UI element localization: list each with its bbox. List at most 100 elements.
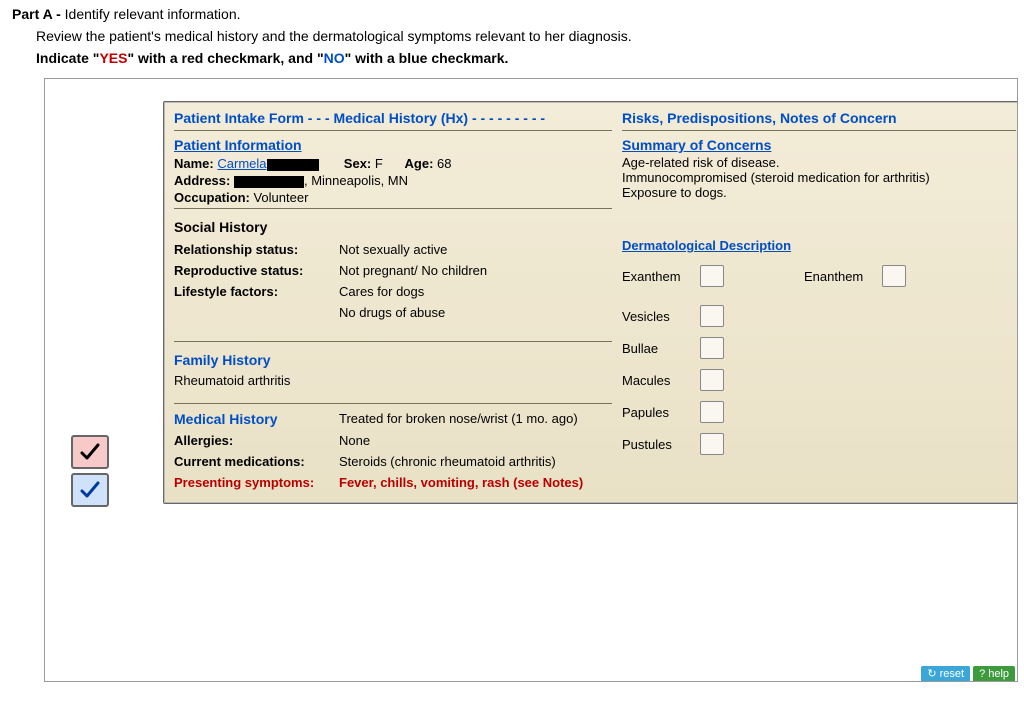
lifestyle-row-2: No drugs of abuse (174, 302, 612, 323)
intake-title: Patient Intake Form (174, 110, 304, 126)
allergies-value: None (339, 433, 612, 448)
yes-word: YES (99, 50, 127, 66)
enanthem-checkbox[interactable] (882, 265, 906, 287)
instruction-line-2: Indicate "YES" with a red checkmark, and… (36, 50, 1012, 66)
reset-label: reset (940, 668, 964, 680)
dash-sep: - - - (304, 110, 334, 126)
vesicles-checkbox[interactable] (700, 305, 724, 327)
medications-row: Current medications:Steroids (chronic rh… (174, 451, 612, 472)
pustules-label: Pustules (622, 437, 692, 452)
macules-row: Macules (622, 369, 1016, 391)
exercise-frame: Patient Intake Form - - - Medical Histor… (44, 78, 1018, 682)
dash-trail: - - - - - - - - - (468, 110, 545, 126)
risks-heading: Risks, Predispositions, Notes of Concern (622, 108, 1016, 128)
divider (622, 130, 1016, 131)
help-label: help (988, 668, 1009, 680)
allergies-row: Allergies:None (174, 430, 612, 451)
social-history-heading: Social History (174, 213, 612, 239)
patient-address-line: Address: , Minneapolis, MN (174, 172, 612, 189)
check-icon (78, 440, 102, 464)
pustules-checkbox[interactable] (700, 433, 724, 455)
derm-description-heading: Dermatological Description (622, 238, 1016, 253)
medications-label: Current medications: (174, 454, 339, 469)
medical-history-value: Treated for broken nose/wrist (1 mo. ago… (339, 411, 612, 427)
patient-info-heading: Patient Information (174, 135, 612, 155)
concern-3: Exposure to dogs. (622, 185, 1016, 200)
name-label: Name: (174, 156, 214, 171)
papules-row: Papules (622, 401, 1016, 423)
patient-occupation-line: Occupation: Volunteer (174, 189, 612, 206)
part-title: Identify relevant information. (65, 6, 241, 22)
form-title-left: Patient Intake Form - - - Medical Histor… (174, 108, 612, 128)
indicate-prefix: Indicate " (36, 50, 99, 66)
lifestyle-row-1: Lifestyle factors:Cares for dogs (174, 281, 612, 302)
redacted-name (267, 159, 319, 171)
bullae-row: Bullae (622, 337, 1016, 359)
presenting-row: Presenting symptoms:Fever, chills, vomit… (174, 472, 612, 493)
concern-1: Age-related risk of disease. (622, 155, 1016, 170)
macules-checkbox[interactable] (700, 369, 724, 391)
summary-concerns-heading: Summary of Concerns (622, 135, 1016, 155)
reset-button[interactable]: ↻ reset (921, 666, 970, 681)
presenting-value: Fever, chills, vomiting, rash (see Notes… (339, 475, 612, 490)
lifestyle-value-1: Cares for dogs (339, 284, 612, 299)
lifestyle-label-empty (174, 305, 339, 320)
relationship-value: Not sexually active (339, 242, 612, 257)
medical-hx-title: Medical History (Hx) (333, 110, 468, 126)
address-value: , Minneapolis, MN (304, 173, 408, 188)
sex-value: F (375, 156, 383, 171)
divider (174, 403, 612, 404)
help-button[interactable]: ?help (973, 666, 1015, 681)
macules-label: Macules (622, 373, 692, 388)
checkmark-palette (71, 435, 109, 507)
divider (174, 130, 612, 131)
bullae-label: Bullae (622, 341, 692, 356)
medical-history-heading-row: Medical History Treated for broken nose/… (174, 408, 612, 430)
patient-form: Patient Intake Form - - - Medical Histor… (163, 101, 1018, 504)
indicate-suffix: " with a blue checkmark. (345, 50, 509, 66)
divider (174, 208, 612, 209)
lifestyle-value-2: No drugs of abuse (339, 305, 612, 320)
medications-value: Steroids (chronic rheumatoid arthritis) (339, 454, 612, 469)
age-value: 68 (437, 156, 451, 171)
concern-2: Immunocompromised (steroid medication fo… (622, 170, 1016, 185)
exanthem-checkbox[interactable] (700, 265, 724, 287)
part-a-header: Part A - Identify relevant information. (12, 6, 1012, 22)
redacted-address (234, 176, 304, 188)
relationship-label: Relationship status: (174, 242, 339, 257)
divider (174, 341, 612, 342)
exanthem-label: Exanthem (622, 269, 692, 284)
vesicles-label: Vesicles (622, 309, 692, 324)
instruction-line-1: Review the patient's medical history and… (36, 28, 1012, 44)
bullae-checkbox[interactable] (700, 337, 724, 359)
no-word: NO (324, 50, 345, 66)
papules-checkbox[interactable] (700, 401, 724, 423)
age-label: Age: (405, 156, 434, 171)
question-icon: ? (979, 668, 985, 680)
medical-history-heading: Medical History (174, 411, 339, 427)
family-history-value: Rheumatoid arthritis (174, 372, 612, 389)
part-label: Part A - (12, 6, 61, 22)
reproductive-value: Not pregnant/ No children (339, 263, 612, 278)
name-value: Carmela (217, 156, 266, 171)
yes-checkmark-tool[interactable] (71, 435, 109, 469)
refresh-icon: ↻ (927, 667, 936, 680)
enanthem-label: Enanthem (804, 269, 874, 284)
occupation-label: Occupation: (174, 190, 250, 205)
footer-buttons: ↻ reset ?help (921, 666, 1015, 681)
papules-label: Papules (622, 405, 692, 420)
check-icon (78, 478, 102, 502)
derm-exanthem-enanthem-row: Exanthem Enanthem (622, 265, 1016, 287)
no-checkmark-tool[interactable] (71, 473, 109, 507)
reproductive-row: Reproductive status:Not pregnant/ No chi… (174, 260, 612, 281)
occupation-value: Volunteer (253, 190, 308, 205)
presenting-label: Presenting symptoms: (174, 475, 339, 490)
relationship-row: Relationship status:Not sexually active (174, 239, 612, 260)
sex-label: Sex: (344, 156, 371, 171)
reproductive-label: Reproductive status: (174, 263, 339, 278)
vesicles-row: Vesicles (622, 305, 1016, 327)
pustules-row: Pustules (622, 433, 1016, 455)
address-label: Address: (174, 173, 230, 188)
patient-name-line: Name: Carmela Sex: F Age: 68 (174, 155, 612, 172)
family-history-heading: Family History (174, 346, 612, 372)
